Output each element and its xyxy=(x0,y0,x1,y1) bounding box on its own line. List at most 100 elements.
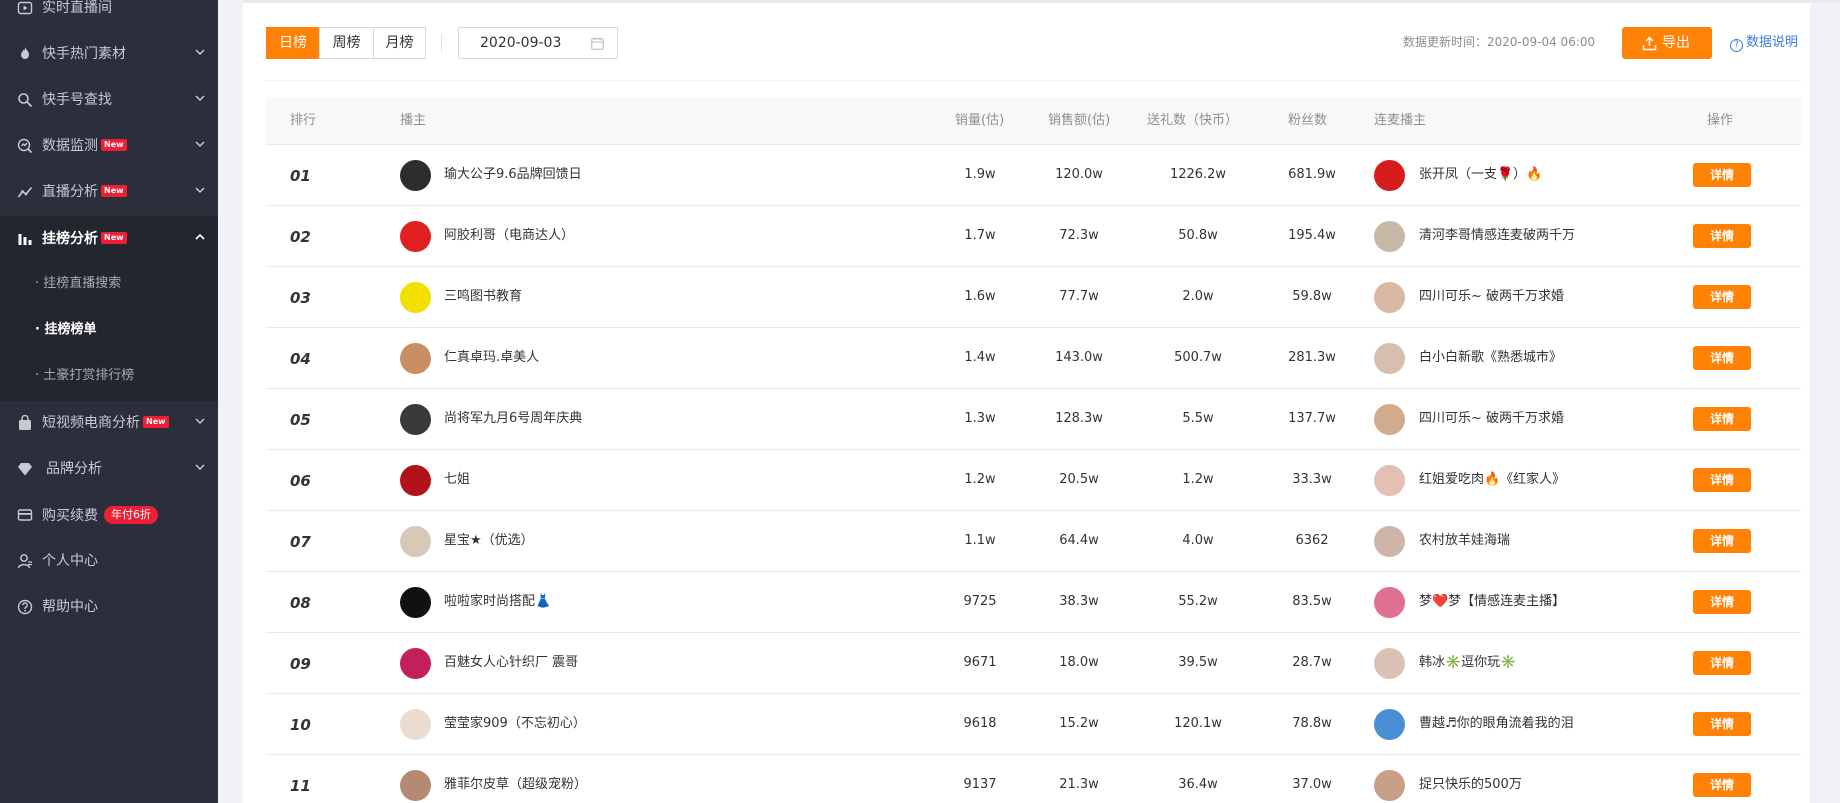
sidebar-item-video-ecommerce[interactable]: 短视频电商分析 New xyxy=(0,400,218,446)
sidebar-item-label: 个人中心 xyxy=(42,553,98,569)
streamer-avatar[interactable] xyxy=(400,282,431,313)
partner-name[interactable]: 张开凤（一支🌹）🔥 xyxy=(1419,167,1542,183)
column-header-revenue: 销售额(估) xyxy=(1048,113,1111,128)
export-button[interactable]: 导出 xyxy=(1622,27,1712,59)
partner-avatar[interactable] xyxy=(1374,282,1405,313)
promo-badge: 年付6折 xyxy=(104,506,158,524)
partner-avatar[interactable] xyxy=(1374,526,1405,557)
tab-monthly[interactable]: 月榜 xyxy=(373,27,426,59)
detail-button[interactable]: 详情 xyxy=(1693,163,1751,187)
streamer-name[interactable]: 星宝★（优选） xyxy=(444,533,534,549)
partner-avatar[interactable] xyxy=(1374,709,1405,740)
sidebar-item-live-room[interactable]: 实时直播间 xyxy=(0,0,218,31)
streamer-avatar[interactable] xyxy=(400,587,431,618)
partner-name[interactable]: 农村放羊娃海瑞 xyxy=(1419,533,1510,549)
tab-daily[interactable]: 日榜 xyxy=(266,27,320,59)
streamer-avatar[interactable] xyxy=(400,648,431,679)
streamer-avatar[interactable] xyxy=(400,709,431,740)
gifts-value: 4.0w xyxy=(1182,533,1214,548)
partner-name[interactable]: 韩冰✳️逗你玩✳️ xyxy=(1419,655,1516,671)
partner-avatar[interactable] xyxy=(1374,648,1405,679)
streamer-name[interactable]: 百魅女人心针织厂 震哥 xyxy=(444,655,578,671)
partner-avatar[interactable] xyxy=(1374,770,1405,801)
streamer-name[interactable]: 尚将军九月6号周年庆典 xyxy=(444,411,582,427)
detail-button[interactable]: 详情 xyxy=(1693,651,1751,675)
partner-avatar[interactable] xyxy=(1374,221,1405,252)
rank-number: 01 xyxy=(290,167,311,185)
partner-avatar[interactable] xyxy=(1374,404,1405,435)
monitor-icon xyxy=(17,138,33,154)
partner-name[interactable]: 梦❤️梦【情感连麦主播】 xyxy=(1419,594,1565,610)
gifts-value: 120.1w xyxy=(1174,716,1222,731)
chevron-down-icon xyxy=(195,141,205,148)
partner-name[interactable]: 白小白新歌《熟悉城市》 xyxy=(1419,350,1562,366)
sidebar-item-personal-center[interactable]: 个人中心 xyxy=(0,538,218,584)
detail-button[interactable]: 详情 xyxy=(1693,590,1751,614)
streamer-avatar[interactable] xyxy=(400,465,431,496)
streamer-avatar[interactable] xyxy=(400,404,431,435)
table-header: 排行 播主 销量(估) 销售额(估) 送礼数（快币） 粉丝数 连麦播主 操作 xyxy=(266,97,1801,145)
detail-button[interactable]: 详情 xyxy=(1693,346,1751,370)
streamer-name[interactable]: 仁真卓玛.卓美人 xyxy=(444,350,539,366)
streamer-avatar[interactable] xyxy=(400,343,431,374)
table-row: 05 尚将军九月6号周年庆典 1.3w 128.3w 5.5w 137.7w 四川可乐~ 破… xyxy=(266,389,1801,450)
partner-name[interactable]: 红姐爱吃肉🔥《红家人》 xyxy=(1419,472,1565,488)
sidebar-subitem-label: · 挂榜榜单 xyxy=(35,322,97,337)
streamer-name[interactable]: 七姐 xyxy=(444,472,470,488)
partner-name[interactable]: 四川可乐~ 破两千万求婚 xyxy=(1419,411,1564,427)
streamer-name[interactable]: 阿胶利哥（电商达人） xyxy=(444,228,574,244)
date-picker[interactable]: 2020-09-03 xyxy=(458,27,618,59)
detail-button[interactable]: 详情 xyxy=(1693,407,1751,431)
question-icon: ? xyxy=(1730,39,1743,52)
partner-avatar[interactable] xyxy=(1374,343,1405,374)
gifts-value: 500.7w xyxy=(1174,350,1222,365)
sidebar-item-help-center[interactable]: 帮助中心 xyxy=(0,584,218,630)
streamer-avatar[interactable] xyxy=(400,221,431,252)
play-icon xyxy=(17,1,33,15)
sidebar-item-account-search[interactable]: 快手号查找 xyxy=(0,77,218,123)
detail-button[interactable]: 详情 xyxy=(1693,468,1751,492)
detail-button[interactable]: 详情 xyxy=(1693,529,1751,553)
sidebar-item-data-monitor[interactable]: 数据监测 New xyxy=(0,123,218,169)
sidebar-subitem-ranking-search[interactable]: · 挂榜直播搜索 xyxy=(0,261,218,307)
search-icon xyxy=(18,93,33,108)
partner-avatar[interactable] xyxy=(1374,160,1405,191)
detail-button[interactable]: 详情 xyxy=(1693,224,1751,248)
sidebar-item-hot-material[interactable]: 快手热门素材 xyxy=(0,31,218,77)
data-description-link[interactable]: ? 数据说明 xyxy=(1730,35,1798,52)
rank-number: 11 xyxy=(290,777,311,795)
fans-value: 6362 xyxy=(1295,533,1329,548)
streamer-name[interactable]: 三鸣图书教育 xyxy=(444,289,522,305)
partner-name[interactable]: 捉只快乐的500万 xyxy=(1419,777,1522,793)
streamer-name[interactable]: 莹莹家909（不忘初心） xyxy=(444,716,586,732)
sidebar-subitem-tipping-ranking[interactable]: · 土豪打赏排行榜 xyxy=(0,353,218,399)
partner-name[interactable]: 曹越♬你的眼角流着我的泪 xyxy=(1419,716,1574,732)
revenue-value: 20.5w xyxy=(1059,472,1099,487)
sidebar-item-live-analysis[interactable]: 直播分析 New xyxy=(0,169,218,215)
partner-avatar[interactable] xyxy=(1374,587,1405,618)
new-badge: New xyxy=(101,185,127,197)
chevron-down-icon xyxy=(195,418,205,425)
partner-name[interactable]: 四川可乐~ 破两千万求婚 xyxy=(1419,289,1564,305)
rank-number: 02 xyxy=(290,228,311,246)
sidebar-subitem-ranking-list[interactable]: · 挂榜榜单 xyxy=(0,307,218,353)
streamer-avatar[interactable] xyxy=(400,526,431,557)
sidebar-item-brand-analysis[interactable]: 品牌分析 xyxy=(0,446,218,492)
streamer-avatar[interactable] xyxy=(400,770,431,801)
partner-name[interactable]: 清河李哥情感连麦破两千万 xyxy=(1419,228,1575,244)
sidebar: 实时直播间 快手热门素材 快手号查找 数据监测 New 直播分析 New 挂榜分析 N… xyxy=(0,0,218,803)
sidebar-item-ranking-analysis[interactable]: 挂榜分析 New xyxy=(0,216,218,262)
tab-weekly[interactable]: 周榜 xyxy=(319,27,374,59)
streamer-name[interactable]: 瑜大公子9.6品牌回馈日 xyxy=(444,167,582,183)
rank-number: 03 xyxy=(290,289,311,307)
partner-avatar[interactable] xyxy=(1374,465,1405,496)
streamer-name[interactable]: 雅菲尔皮草（超级宠粉） xyxy=(444,777,587,793)
detail-button[interactable]: 详情 xyxy=(1693,285,1751,309)
sidebar-item-purchase[interactable]: 购买续费 年付6折 xyxy=(0,492,218,538)
streamer-name[interactable]: 啦啦家时尚搭配👗 xyxy=(444,594,551,610)
streamer-avatar[interactable] xyxy=(400,160,431,191)
detail-button[interactable]: 详情 xyxy=(1693,712,1751,736)
detail-button[interactable]: 详情 xyxy=(1693,773,1751,797)
gifts-value: 1.2w xyxy=(1182,472,1214,487)
column-header-streamer: 播主 xyxy=(400,113,427,128)
